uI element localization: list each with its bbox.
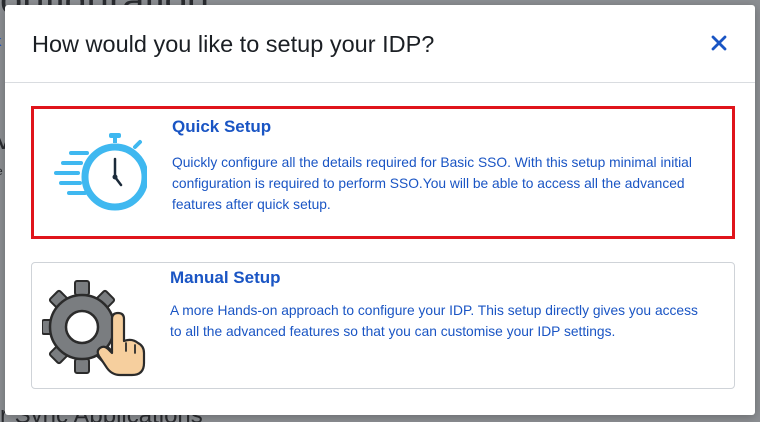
close-icon (711, 35, 727, 51)
manual-setup-title: Manual Setup (170, 268, 281, 287)
background-text: e (0, 164, 3, 178)
modal-header: How would you like to setup your IDP? (5, 5, 755, 83)
setup-idp-modal: How would you like to setup your IDP? Qu… (5, 5, 755, 415)
modal-title: How would you like to setup your IDP? (32, 31, 435, 57)
quick-setup-title: Quick Setup (172, 117, 272, 136)
quick-setup-option[interactable]: Quick Setup Quickly configure all the de… (31, 106, 735, 239)
stopwatch-icon (54, 133, 147, 211)
manual-setup-description: A more Hands-on approach to configure yo… (170, 303, 698, 339)
gear-hand-icon (42, 280, 146, 377)
quick-setup-description: Quickly configure all the details requir… (172, 155, 692, 212)
manual-setup-option[interactable]: Manual Setup A more Hands-on approach to… (31, 262, 735, 389)
background-link: k (0, 33, 2, 50)
close-button[interactable] (707, 31, 731, 55)
